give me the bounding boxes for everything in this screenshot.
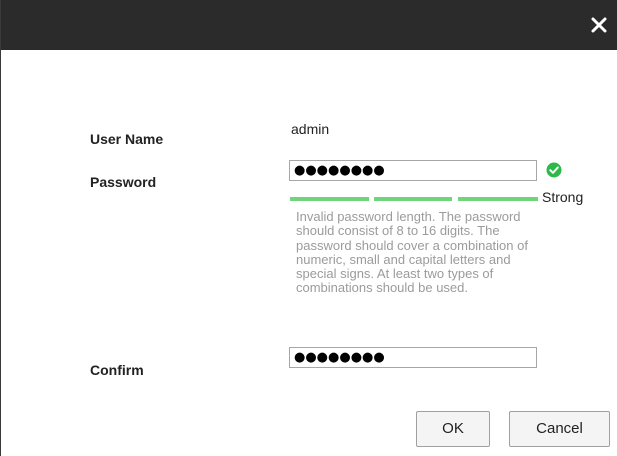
- user-name-value: admin: [291, 121, 330, 137]
- strength-bar-segment: [290, 197, 369, 201]
- confirm-label: Confirm: [90, 362, 144, 378]
- strength-bar-segment: [374, 197, 452, 201]
- password-input[interactable]: ●●●●●●●●: [289, 160, 537, 181]
- password-label: Password: [90, 174, 157, 190]
- check-circle-icon: [546, 162, 562, 178]
- strength-label: Strong: [542, 189, 584, 205]
- ok-button[interactable]: OK: [416, 411, 490, 447]
- close-icon: [591, 17, 607, 33]
- close-button[interactable]: [589, 15, 609, 35]
- confirm-password-input[interactable]: ●●●●●●●●: [289, 347, 537, 368]
- change-password-dialog: User Name admin Password ●●●●●●●● Strong…: [0, 0, 617, 456]
- cancel-button[interactable]: Cancel: [509, 411, 610, 447]
- password-hint: Invalid password length. The password sh…: [296, 209, 528, 296]
- dialog-titlebar: [1, 0, 617, 50]
- strength-bar-segment: [458, 197, 538, 201]
- user-name-label: User Name: [90, 131, 164, 147]
